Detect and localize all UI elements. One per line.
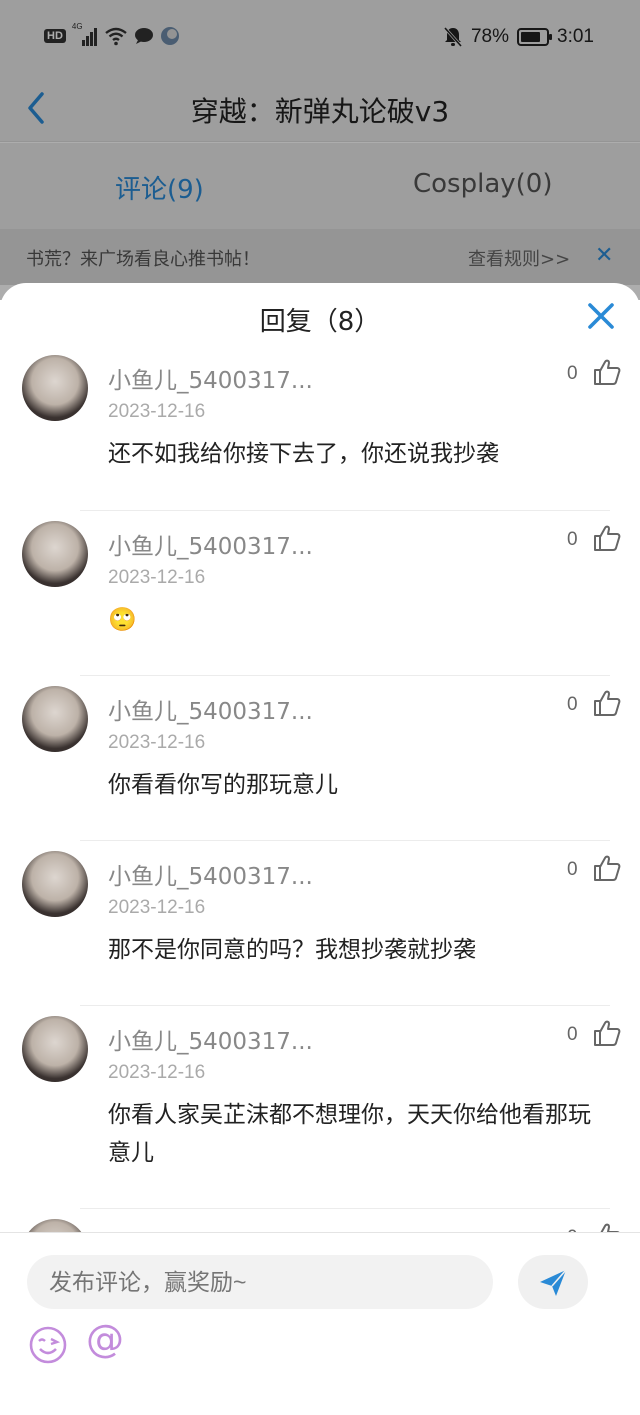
list-item: 小鱼儿_5400317... 2023-12-16 0 你看人家吴芷沫都不想理你… [0, 1006, 640, 1209]
like-count: 0 [567, 1024, 578, 1045]
thumbs-up-icon[interactable] [592, 1018, 622, 1048]
username[interactable]: 小鱼儿_5400317... [108, 692, 313, 726]
reply-content: 还不如我给你接下去了，你还说我抄袭 [108, 441, 499, 467]
reply-date: 2023-12-16 [108, 897, 206, 918]
like-count: 0 [567, 529, 578, 550]
username[interactable]: 小鱼儿_5400317... [108, 527, 313, 561]
list-item: 小鱼儿_5400317... 2023-12-16 0 还不如我给你接下去了，你… [0, 345, 640, 511]
reply-content: 你看人家吴芷沫都不想理你，天天你给他看那玩意儿 [108, 1102, 591, 1166]
avatar[interactable] [22, 686, 88, 752]
send-button[interactable] [518, 1255, 588, 1309]
avatar[interactable] [22, 1016, 88, 1082]
sheet-title: 回复（8） [259, 307, 381, 337]
username[interactable]: 小鱼儿_5400317... [108, 361, 313, 395]
reply-date: 2023-12-16 [108, 732, 206, 753]
mention-button[interactable]: @ [86, 1317, 124, 1361]
thumbs-up-icon[interactable] [592, 688, 622, 718]
comment-composer: @ [0, 1232, 640, 1415]
list-item: 小鱼儿_5400317... 2023-12-16 0 🙄 [0, 511, 640, 676]
thumbs-up-icon[interactable] [592, 523, 622, 553]
modal-backdrop[interactable] [0, 0, 640, 300]
username[interactable]: 小鱼儿_5400317... [108, 857, 313, 891]
avatar[interactable] [22, 521, 88, 587]
username[interactable]: 小鱼儿_5400317... [108, 1022, 313, 1056]
reply-content: 🙄 [108, 607, 137, 633]
thumbs-up-icon[interactable] [592, 853, 622, 883]
list-item: 小鱼儿_5400317... 2023-12-16 0 那不是你同意的吗？我想抄… [0, 841, 640, 1006]
comment-input[interactable] [27, 1255, 493, 1309]
reply-date: 2023-12-16 [108, 567, 206, 588]
avatar[interactable] [22, 851, 88, 917]
reply-list[interactable]: 小鱼儿_5400317... 2023-12-16 0 还不如我给你接下去了，你… [0, 345, 640, 1235]
reply-content: 你看看你写的那玩意儿 [108, 772, 338, 798]
thumbs-up-icon[interactable] [592, 357, 622, 387]
like-count: 0 [567, 694, 578, 715]
avatar[interactable] [22, 355, 88, 421]
reply-content: 那不是你同意的吗？我想抄袭就抄袭 [108, 937, 476, 963]
reply-date: 2023-12-16 [108, 1062, 206, 1083]
close-icon[interactable] [584, 299, 618, 333]
reply-date: 2023-12-16 [108, 401, 206, 422]
send-icon [540, 1269, 567, 1296]
list-item: 小鱼儿_5400317... 2023-12-16 0 你看看你写的那玩意儿 [0, 676, 640, 841]
like-count: 0 [567, 859, 578, 880]
emoji-icon[interactable] [28, 1325, 68, 1365]
like-count: 0 [567, 363, 578, 384]
